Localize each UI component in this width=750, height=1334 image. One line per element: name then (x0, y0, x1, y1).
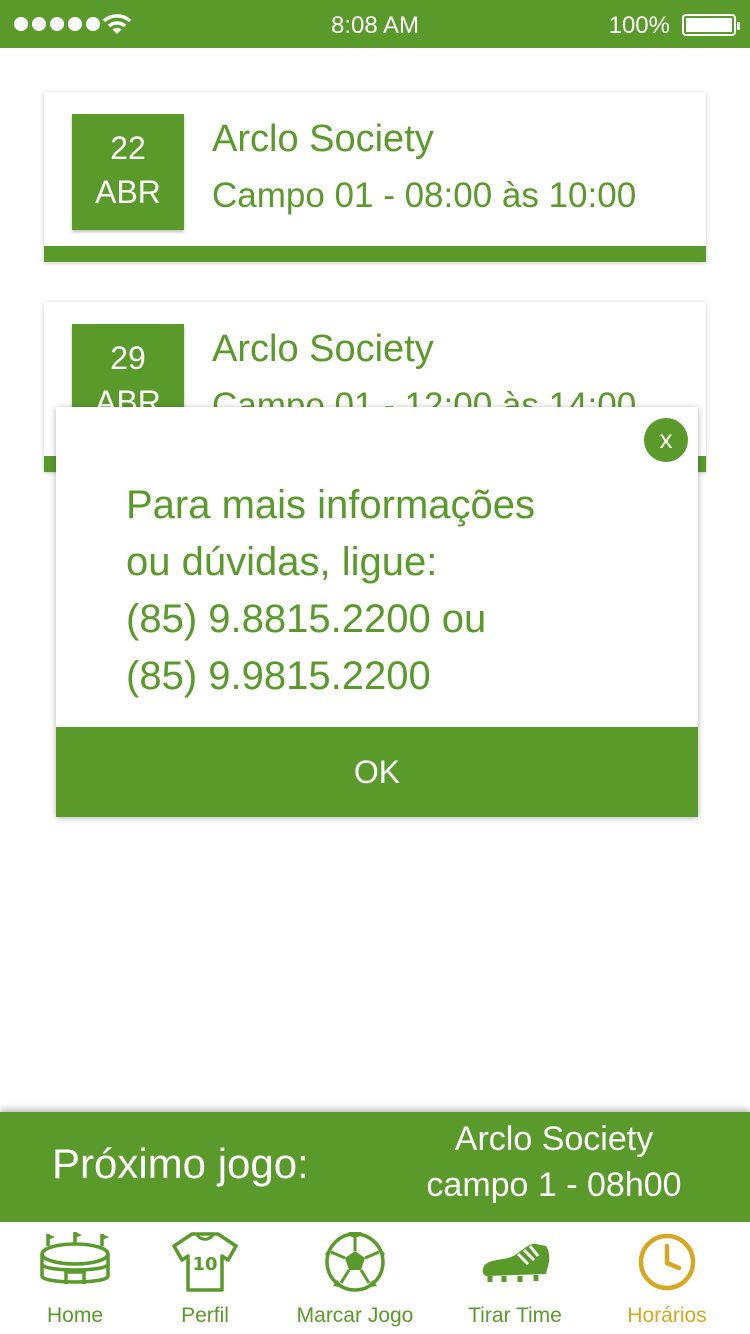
booking-month: ABR (95, 174, 161, 210)
battery-percentage: 100% (608, 12, 670, 39)
status-bar: 8:08 AM 100% (0, 0, 750, 48)
ok-button[interactable]: OK (56, 727, 698, 817)
tab-bar: Home 10 Perfil Marcar Jogo Tirar Time Ho… (0, 1222, 750, 1334)
dialog-message-line: Para mais informações (126, 483, 536, 527)
battery-icon (682, 14, 740, 36)
tab-marcar-jogo[interactable]: Marcar Jogo (280, 1222, 430, 1334)
booking-venue: Arclo Society (212, 328, 434, 370)
phone-number-link[interactable]: (85) 9.8815.2200 ou (126, 591, 646, 648)
booking-venue: Arclo Society (212, 118, 434, 160)
booking-day: 22 (110, 130, 146, 166)
next-game-venue: Arclo Society (454, 1120, 654, 1158)
tab-perfil[interactable]: 10 Perfil (150, 1222, 260, 1334)
booking-detail: Campo 01 - 08:00 às 10:00 (212, 176, 637, 215)
soccer-ball-icon (325, 1232, 385, 1292)
tab-label: Tirar Time (468, 1304, 562, 1327)
booking-day: 29 (110, 340, 146, 376)
tab-label: Horários (627, 1304, 707, 1327)
next-game-label: Próximo jogo: (52, 1140, 309, 1187)
date-badge: 22 ABR (72, 114, 184, 230)
dialog-message-line: ou dúvidas, ligue: (126, 540, 438, 584)
jersey-icon: 10 (172, 1232, 238, 1292)
tab-horarios[interactable]: Horários (610, 1222, 724, 1334)
stadium-icon (40, 1232, 110, 1284)
tab-label: Perfil (181, 1304, 229, 1327)
dialog-message: Para mais informações ou dúvidas, ligue:… (126, 477, 646, 705)
next-game-banner[interactable]: Próximo jogo: Arclo Society campo 1 - 08… (0, 1112, 750, 1222)
booking-card[interactable]: 22 ABR Arclo Society Campo 01 - 08:00 às… (44, 92, 706, 262)
tab-home[interactable]: Home (20, 1222, 130, 1334)
cleat-icon (482, 1243, 550, 1282)
tab-label: Marcar Jogo (296, 1304, 414, 1327)
clock-icon (638, 1233, 696, 1291)
phone-number-link[interactable]: (85) 9.9815.2200 (126, 648, 646, 705)
tab-tirar-time[interactable]: Tirar Time (450, 1222, 580, 1334)
next-game-field: campo 1 - 08h00 (426, 1166, 682, 1204)
tab-label: Home (46, 1304, 104, 1327)
svg-text:10: 10 (192, 1254, 217, 1275)
close-button[interactable]: x (644, 418, 688, 462)
info-dialog: x Para mais informações ou dúvidas, ligu… (56, 407, 698, 817)
